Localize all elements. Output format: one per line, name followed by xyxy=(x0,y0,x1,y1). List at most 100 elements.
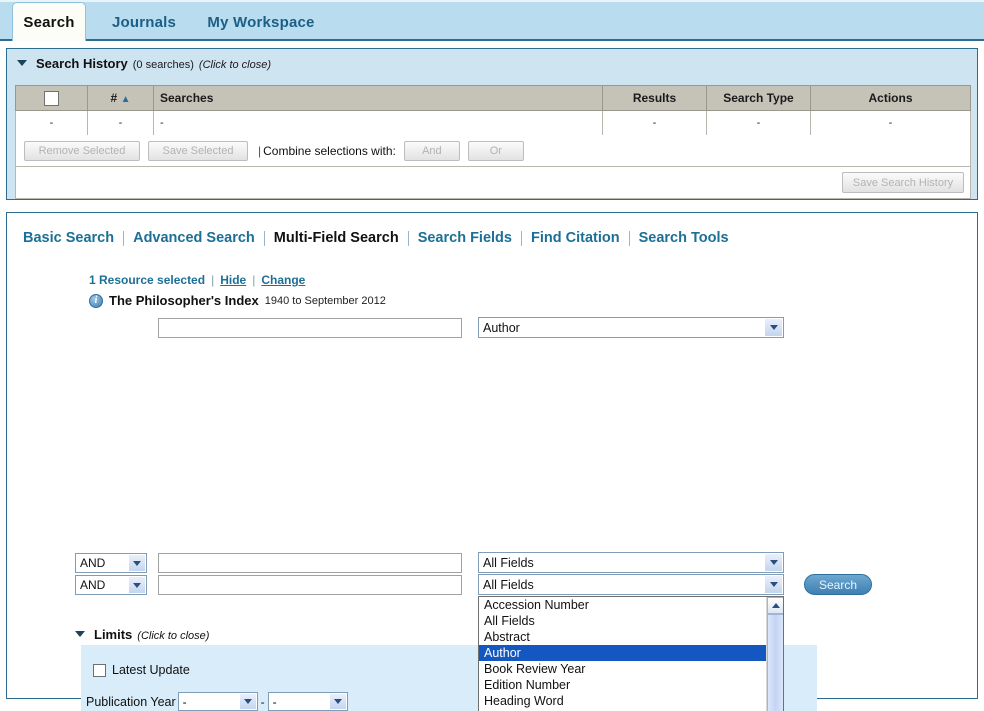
latest-update-label: Latest Update xyxy=(112,663,190,677)
save-search-history-label: Save Search History xyxy=(852,176,954,189)
search-input-3[interactable] xyxy=(158,575,462,595)
hide-link[interactable]: Hide xyxy=(220,273,246,287)
chevron-down-icon[interactable] xyxy=(765,576,782,593)
chevron-down-icon xyxy=(17,60,27,66)
search-history-panel: Search History (0 searches) (Click to cl… xyxy=(6,48,978,200)
combine-label-text: Combine selections with: xyxy=(263,143,396,158)
scrollbar-thumb[interactable] xyxy=(767,614,783,711)
tab-my-workspace[interactable]: My Workspace xyxy=(186,4,336,41)
boolean-select-2-value: AND xyxy=(80,556,106,570)
nav-advanced-search[interactable]: Advanced Search xyxy=(124,230,264,246)
save-selected-button[interactable]: Save Selected xyxy=(148,140,248,161)
dropdown-option[interactable]: Book Review Year xyxy=(479,661,768,677)
nav-basic-search[interactable]: Basic Search xyxy=(23,230,123,246)
publication-year-from-value: - xyxy=(182,694,187,709)
search-input-2[interactable] xyxy=(158,553,462,573)
column-select-all[interactable] xyxy=(15,85,88,111)
separator-pipe: | xyxy=(252,273,256,287)
resource-selected-row: 1 Resource selected | Hide | Change xyxy=(89,273,305,287)
limits-toggle-hint: (Click to close) xyxy=(137,630,210,642)
search-history-actions: Remove Selected Save Selected | Combine s… xyxy=(15,135,971,167)
publication-year-row: Publication Year - - - xyxy=(86,692,348,711)
limits-title: Limits xyxy=(94,627,133,642)
column-number-label: # xyxy=(110,91,118,105)
column-results-label: Results xyxy=(632,91,677,105)
column-actions: Actions xyxy=(810,85,971,111)
latest-update-row[interactable]: Latest Update xyxy=(93,663,190,677)
search-history-header[interactable]: Search History (0 searches) (Click to cl… xyxy=(17,56,271,71)
scroll-up-icon[interactable] xyxy=(767,597,783,614)
table-header-row: # ▲ Searches Results Search Type Actions xyxy=(15,85,971,111)
search-history-table: # ▲ Searches Results Search Type Actions xyxy=(15,85,971,136)
boolean-select-2[interactable]: AND xyxy=(75,553,147,573)
dropdown-option[interactable]: Accession Number xyxy=(479,597,768,613)
search-button[interactable]: Search xyxy=(804,574,872,595)
nav-multi-field-search[interactable]: Multi-Field Search xyxy=(265,230,408,246)
combine-selections-label: | Combine selections with: xyxy=(258,144,396,158)
info-icon[interactable]: i xyxy=(89,293,103,308)
remove-selected-button[interactable]: Remove Selected xyxy=(24,140,140,161)
boolean-select-3[interactable]: AND xyxy=(75,575,147,595)
cell-results: - xyxy=(602,110,707,136)
limits-header[interactable]: Limits (Click to close) xyxy=(75,627,209,642)
field-options-dropdown[interactable]: Accession Number All Fields Abstract Author… xyxy=(478,596,784,711)
column-results: Results xyxy=(602,85,707,111)
select-all-checkbox[interactable] xyxy=(44,90,59,106)
publication-year-label: Publication Year xyxy=(86,694,176,709)
combine-or-button[interactable]: Or xyxy=(467,140,524,161)
column-number[interactable]: # ▲ xyxy=(87,85,154,111)
boolean-select-3-value: AND xyxy=(80,578,106,592)
chevron-down-icon[interactable] xyxy=(129,555,145,571)
search-history-footer: Save Search History xyxy=(15,167,971,199)
combine-and-button[interactable]: And xyxy=(403,140,460,161)
column-searches: Searches xyxy=(153,85,603,111)
table-row: - - - - - - xyxy=(15,110,971,136)
chevron-down-icon[interactable] xyxy=(239,694,256,709)
field-select-1[interactable]: Author xyxy=(478,317,784,338)
cell-actions: - xyxy=(810,110,971,136)
latest-update-checkbox[interactable] xyxy=(93,663,106,677)
search-history-toggle-hint: (Click to close) xyxy=(198,59,272,71)
tab-my-workspace-label: My Workspace xyxy=(207,14,315,31)
column-search-type-label: Search Type xyxy=(723,91,794,105)
separator-pipe: | xyxy=(258,143,262,158)
search-input-1[interactable] xyxy=(158,318,462,338)
main-tabbar: Search Journals My Workspace xyxy=(0,0,984,41)
field-select-1-value: Author xyxy=(483,320,520,335)
tab-journals[interactable]: Journals xyxy=(96,4,192,41)
sort-ascending-icon[interactable]: ▲ xyxy=(121,94,131,105)
column-actions-label: Actions xyxy=(868,91,913,105)
dropdown-option[interactable]: Author xyxy=(479,645,768,661)
dropdown-option[interactable]: Edition Number xyxy=(479,677,768,693)
remove-selected-label: Remove Selected xyxy=(38,144,126,157)
chevron-down-icon[interactable] xyxy=(129,577,145,593)
tab-journals-label: Journals xyxy=(111,14,177,31)
resource-selected-text: 1 Resource selected xyxy=(89,273,206,287)
field-select-2[interactable]: All Fields xyxy=(478,552,784,573)
dropdown-option[interactable]: Heading Word xyxy=(479,693,768,709)
tab-search[interactable]: Search xyxy=(12,2,86,41)
save-selected-label: Save Selected xyxy=(162,144,234,157)
publication-year-to-select[interactable]: - xyxy=(267,692,348,711)
chevron-down-icon[interactable] xyxy=(765,554,782,571)
dropdown-scrollbar[interactable] xyxy=(766,597,783,711)
change-link[interactable]: Change xyxy=(261,273,305,287)
field-select-3-value: All Fields xyxy=(483,577,534,592)
search-button-label: Search xyxy=(818,577,858,592)
combine-and-label: And xyxy=(422,144,442,157)
dropdown-option[interactable]: All Fields xyxy=(479,613,768,629)
chevron-down-icon[interactable] xyxy=(765,319,782,336)
field-select-3[interactable]: All Fields xyxy=(478,574,784,595)
dropdown-option[interactable]: Abstract xyxy=(479,629,768,645)
nav-search-fields[interactable]: Search Fields xyxy=(409,230,521,246)
search-history-title: Search History xyxy=(36,56,128,71)
publication-year-from-select[interactable]: - xyxy=(177,692,258,711)
combine-or-label: Or xyxy=(489,144,502,157)
cell-search-type: - xyxy=(706,110,811,136)
save-search-history-button[interactable]: Save Search History xyxy=(842,172,964,193)
nav-search-tools[interactable]: Search Tools xyxy=(630,230,738,246)
database-name: The Philosopher's Index xyxy=(109,293,259,308)
nav-find-citation[interactable]: Find Citation xyxy=(522,230,629,246)
chevron-down-icon[interactable] xyxy=(329,694,346,709)
page-root: Search Journals My Workspace Search Hist… xyxy=(0,0,984,711)
